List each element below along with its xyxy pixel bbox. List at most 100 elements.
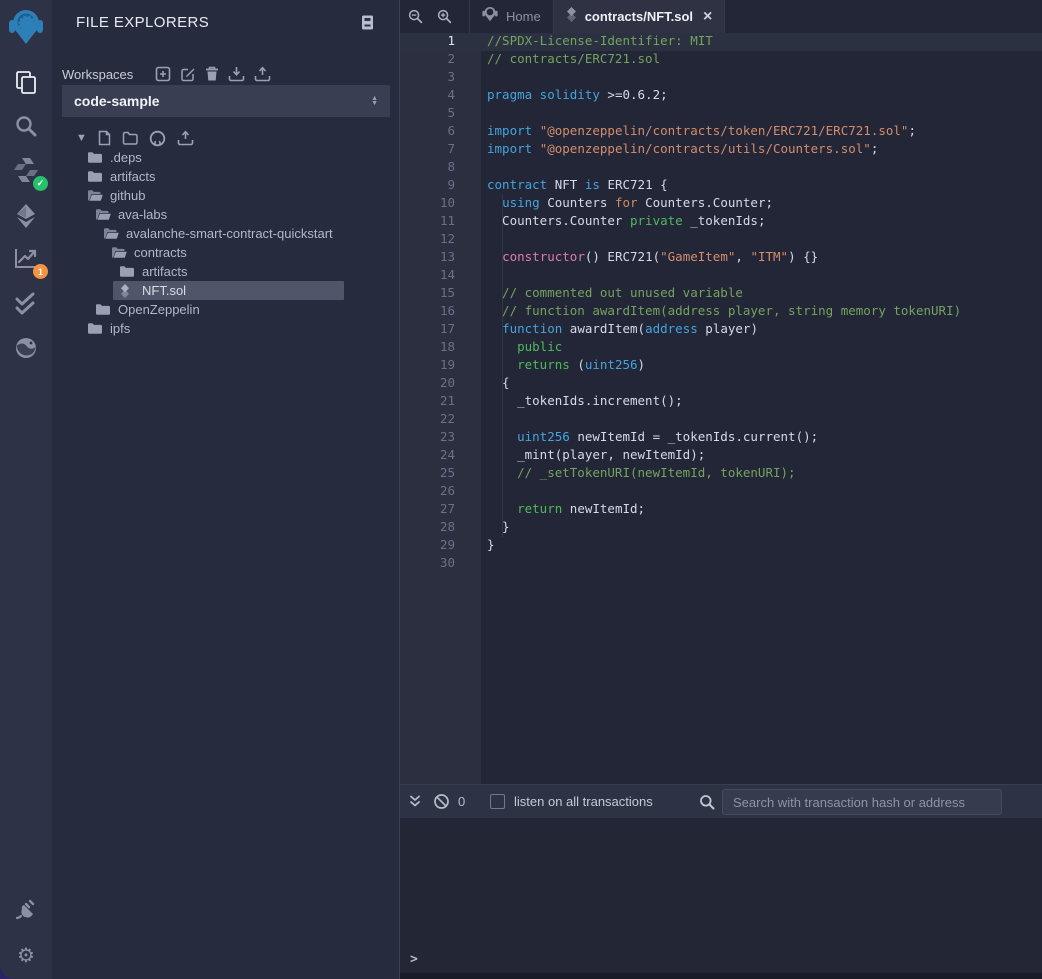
code-line[interactable]: import "@openzeppelin/contracts/utils/Co… [487,141,1042,159]
line-number: 19 [400,357,455,375]
restore-workspaces-icon[interactable] [254,66,271,82]
code-line[interactable]: _mint(player, newItemId); [487,447,1042,465]
code-line[interactable] [487,69,1042,87]
code-line[interactable] [487,411,1042,429]
collapse-caret-icon[interactable]: ▼ [76,132,87,144]
plugin-manager-icon[interactable] [0,893,52,929]
tab-home[interactable]: Home [469,0,553,33]
line-number: 20 [400,375,455,393]
line-number: 10 [400,195,455,213]
code-line[interactable]: import "@openzeppelin/contracts/token/ER… [487,123,1042,141]
code-line[interactable] [487,231,1042,249]
tree-item-artifacts[interactable]: artifacts [113,262,344,281]
tree-item-label: .deps [110,150,142,165]
deploy-run-icon[interactable] [0,198,52,234]
code-line[interactable]: Counters.Counter private _tokenIds; [487,213,1042,231]
code-line[interactable]: function awardItem(address player) [487,321,1042,339]
code-line[interactable]: // commented out unused variable [487,285,1042,303]
tree-item-label: NFT.sol [142,283,186,298]
file-explorer-icon[interactable] [0,64,52,100]
unit-testing-icon[interactable] [0,286,52,322]
tab-nft-sol[interactable]: contracts/NFT.sol × [553,0,726,33]
compiler-success-badge: ✓ [33,176,48,191]
code-line[interactable]: pragma solidity >=0.6.2; [487,87,1042,105]
code-line[interactable]: return newItemId; [487,501,1042,519]
code-line[interactable]: public [487,339,1042,357]
clear-console-icon[interactable] [433,793,450,810]
zoom-out-icon[interactable] [408,9,423,24]
search-icon[interactable] [0,108,52,144]
tree-item-ava-labs[interactable]: ava-labs [89,205,344,224]
code-line[interactable] [487,483,1042,501]
create-workspace-icon[interactable] [155,66,171,82]
editor-tabbar: Home contracts/NFT.sol × [400,0,1042,33]
workspaces-row: Workspaces [62,64,389,84]
code-line[interactable]: uint256 newItemId = _tokenIds.current(); [487,429,1042,447]
tree-item-avalanche-smart-contract-quickstart[interactable]: avalanche-smart-contract-quickstart [97,224,344,243]
tree-item-contracts[interactable]: contracts [105,243,344,262]
code-line[interactable] [487,159,1042,177]
code-line[interactable]: _tokenIds.increment(); [487,393,1042,411]
code-line[interactable]: //SPDX-License-Identifier: MIT [487,33,1042,51]
line-number: 15 [400,285,455,303]
folder-open-icon [104,228,119,239]
line-number: 27 [400,501,455,519]
static-analysis-icon[interactable]: 1 [0,240,52,276]
listen-transactions-checkbox[interactable] [490,794,505,809]
expand-terminal-icon[interactable] [408,794,422,809]
code-line[interactable]: using Counters for Counters.Counter; [487,195,1042,213]
tree-item-github[interactable]: github [81,186,344,205]
code-line[interactable]: contract NFT is ERC721 { [487,177,1042,195]
tab-close-icon[interactable]: × [703,9,712,25]
sourcify-icon[interactable] [0,330,52,366]
solidity-compiler-icon[interactable]: ✓ [0,152,52,188]
line-number: 8 [400,159,455,177]
github-clone-icon[interactable] [149,130,166,147]
download-workspaces-icon[interactable] [228,66,245,82]
folder-open-icon [112,247,127,258]
documentation-book-icon[interactable] [357,12,377,32]
line-number: 28 [400,519,455,537]
code-editor[interactable]: 1234567891011121314151617181920212223242… [400,33,1042,784]
code-line[interactable] [487,555,1042,573]
tree-item-ipfs[interactable]: ipfs [81,319,344,338]
folder-closed-icon [96,304,111,315]
code-line[interactable]: { [487,375,1042,393]
tree-item-artifacts[interactable]: artifacts [81,167,344,186]
zoom-in-icon[interactable] [437,9,452,24]
code-line[interactable]: } [487,537,1042,555]
rename-workspace-icon[interactable] [180,66,196,82]
code-line[interactable]: } [487,519,1042,537]
code-content[interactable]: //SPDX-License-Identifier: MIT// contrac… [487,33,1042,573]
line-number: 16 [400,303,455,321]
editor-column: Home contracts/NFT.sol × 123456789101112… [400,0,1042,979]
terminal-search-input[interactable] [722,789,1002,815]
workspace-select[interactable]: code-sample ▲▼ [62,85,390,117]
line-number: 25 [400,465,455,483]
code-line[interactable]: constructor() ERC721("GameItem", "ITM") … [487,249,1042,267]
settings-icon[interactable]: ⚙ [0,938,52,974]
code-line[interactable] [487,105,1042,123]
line-number: 13 [400,249,455,267]
tree-item-openzeppelin[interactable]: OpenZeppelin [89,300,344,319]
new-file-icon[interactable] [98,130,111,146]
upload-file-icon[interactable] [177,130,194,146]
delete-workspace-icon[interactable] [205,66,219,82]
tab-home-label: Home [506,9,541,24]
folder-closed-icon [88,323,103,334]
tree-item-label: artifacts [142,264,188,279]
panel-title: FILE EXPLORERS [76,14,209,31]
remix-logo-icon[interactable] [0,6,52,48]
code-line[interactable]: // function awardItem(address player, st… [487,303,1042,321]
tree-item--deps[interactable]: .deps [81,148,344,167]
folder-open-icon [96,209,111,220]
code-line[interactable]: returns (uint256) [487,357,1042,375]
line-number: 5 [400,105,455,123]
terminal-output[interactable]: > [400,818,1042,973]
tree-item-nft-sol[interactable]: NFT.sol [113,281,344,300]
code-line[interactable]: // _setTokenURI(newItemId, tokenURI); [487,465,1042,483]
new-folder-icon[interactable] [122,131,138,145]
code-line[interactable] [487,267,1042,285]
code-line[interactable]: // contracts/ERC721.sol [487,51,1042,69]
line-number: 1 [400,33,455,51]
